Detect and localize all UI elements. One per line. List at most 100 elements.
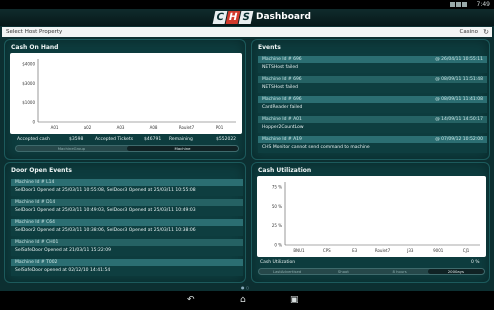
refresh-icon[interactable]: ↻ (483, 28, 489, 36)
list-item[interactable]: Machine Id # A19 @ 07/09/12 10:52:00 CHS … (258, 136, 487, 155)
panel-title: Door Open Events (11, 167, 72, 174)
x-tick-label: CJ1 (463, 248, 470, 253)
event-header: Machine Id # 696 @ 08/09/11 11:41:08 (258, 96, 487, 103)
events-panel: Events Machine Id # 696 @ 26/04/11 10:55:… (251, 39, 490, 160)
list-item[interactable]: Machine Id # A01 @ 14/09/11 14:50:17 Hopp… (258, 116, 487, 135)
list-item[interactable]: Machine Id # 696 @ 08/09/11 11:41:08 Card… (258, 96, 487, 115)
toggle-8-hours[interactable]: 8 hours (372, 269, 428, 274)
cash-utilization-chart: 0 % 25 % 50 % 75 % BNU1 CPS E3 Roulet7 J33 9001 CJ… (257, 176, 486, 257)
event-time: @ 26/04/11 10:55:11 (435, 57, 483, 62)
door-open-list[interactable]: Machine Id # L14 SelDoor1 Opened at 25/0… (11, 179, 243, 282)
x-tick-label: Roulet7 (375, 248, 391, 253)
door-event-machine: Machine Id # L14 (11, 179, 243, 186)
cash-utilization-toggle[interactable]: LastAdvertised Shoot 8 hours 2000ays (258, 268, 485, 275)
door-event-message: SelSafeDoor opened at 02/12/10 14:41:54 (11, 266, 243, 276)
event-machine: Machine Id # 696 (262, 97, 302, 102)
door-event-message: SelSafeDoor Opened at 21/03/11 15:22:09 (11, 246, 243, 256)
property-value: Casino (459, 29, 478, 35)
status-time: 7:49 (476, 1, 490, 8)
list-item[interactable]: Machine Id # L14 SelDoor1 Opened at 25/0… (11, 179, 243, 198)
logo-letter: S (238, 11, 254, 24)
remaining-label: Remaining (169, 137, 193, 142)
back-icon[interactable]: ↶ (187, 295, 195, 305)
door-event-machine: Machine Id # T002 (11, 259, 243, 266)
door-event-machine: Machine Id # C64 (11, 219, 243, 226)
y-tick-label: 50 % (272, 204, 282, 209)
list-item[interactable]: Machine Id # T002 SelSafeDoor opened at … (11, 259, 243, 278)
cash-on-hand-toggle[interactable]: MachineGroup Machine (15, 145, 239, 152)
event-time: @ 08/09/11 11:41:08 (435, 97, 483, 102)
accepted-tickets-label: Accepted Tickets (95, 137, 134, 142)
remaining-value: $552022 (216, 137, 237, 142)
signal-battery-icon (449, 2, 467, 7)
panel-title: Events (258, 44, 281, 51)
host-property-selector[interactable]: Select Host Property Casino ↻ (2, 27, 492, 37)
door-open-events-panel: Door Open Events Machine Id # L14 SelDoo… (4, 162, 246, 283)
accepted-tickets-value: $46791 (144, 137, 162, 142)
event-message: NETSHost failed (258, 63, 487, 73)
navigation-bar: ↶ ⌂ ▣ (0, 291, 494, 310)
cash-on-hand-chart-svg: 0 $1000 $3000 $4000 A01 a02 A03 A08 Roulet7 P01 (22, 59, 236, 130)
cash-utilization-label: Cash Utilization (260, 260, 296, 265)
y-tick-label: 0 (32, 120, 35, 125)
panel-title: Cash On Hand (11, 44, 59, 51)
app-logo: C H S (212, 11, 254, 24)
list-item[interactable]: Machine Id # 696 @ 26/04/11 10:55:11 NETS… (258, 56, 487, 75)
page-title: Dashboard (256, 12, 311, 22)
recent-apps-icon[interactable]: ▣ (290, 295, 299, 305)
toggle-last-advertised[interactable]: LastAdvertised (259, 269, 315, 274)
x-tick-label: P01 (216, 125, 224, 130)
door-event-machine: Machine Id # D14 (11, 199, 243, 206)
cash-on-hand-chart: 0 $1000 $3000 $4000 A01 a02 A03 A08 Roulet7 P01 (10, 53, 242, 134)
x-tick-label: A08 (150, 125, 158, 130)
x-tick-label: A03 (117, 125, 125, 130)
event-machine: Machine Id # 696 (262, 57, 302, 62)
property-placeholder: Select Host Property (6, 29, 63, 35)
x-tick-label: Roulet7 (179, 125, 195, 130)
page-indicator: ● ○ (241, 285, 250, 290)
event-machine: Machine Id # A19 (262, 137, 302, 142)
accepted-cash-row: Accepted cash (17, 137, 50, 142)
app-bar: C H S Dashboard (0, 9, 494, 26)
panel-title: Cash Utilization (258, 167, 312, 174)
y-tick-label: 75 % (272, 185, 282, 190)
y-tick-label: $3000 (22, 81, 35, 86)
accepted-cash-value: $3598 (69, 137, 84, 142)
event-header: Machine Id # 696 @ 26/04/11 10:55:11 (258, 56, 487, 63)
x-tick-label: J33 (406, 248, 414, 253)
y-tick-label: 0 % (274, 243, 282, 248)
door-event-message: SelDoor2 Opened at 25/03/11 10:38:06, Se… (11, 226, 243, 236)
x-tick-label: BNU1 (293, 248, 305, 253)
events-list[interactable]: Machine Id # 696 @ 26/04/11 10:55:11 NETS… (258, 56, 487, 159)
event-message: Hopper2CountLow (258, 123, 487, 133)
event-header: Machine Id # 696 @ 08/09/11 11:51:48 (258, 76, 487, 83)
cash-utilization-value: 0 % (471, 260, 480, 265)
x-tick-label: a02 (84, 125, 92, 130)
x-tick-label: CPS (323, 248, 331, 253)
accepted-cash-label: Accepted cash (17, 137, 50, 142)
event-time: @ 14/09/11 14:50:17 (435, 117, 483, 122)
toggle-machine[interactable]: Machine (127, 146, 238, 151)
toggle-machine-group[interactable]: MachineGroup (16, 146, 127, 151)
event-message: CHS Monitor cannot send command to machi… (258, 143, 487, 153)
event-message: CardReader failed (258, 103, 487, 113)
toggle-2000ays[interactable]: 2000ays (427, 269, 484, 274)
event-header: Machine Id # A01 @ 14/09/11 14:50:17 (258, 116, 487, 123)
cash-on-hand-panel: Cash On Hand 0 $1000 $3000 $4000 A01 a02 A03 A0… (4, 39, 246, 160)
y-tick-label: $1000 (22, 100, 35, 105)
toggle-shoot[interactable]: Shoot (315, 269, 371, 274)
event-message: NETSHost failed (258, 83, 487, 93)
door-event-message: SelDoor1 Opened at 25/03/11 10:49:03, Se… (11, 206, 243, 216)
list-item[interactable]: Machine Id # D14 SelDoor1 Opened at 25/0… (11, 199, 243, 218)
event-machine: Machine Id # A01 (262, 117, 302, 122)
cash-utilization-chart-svg: 0 % 25 % 50 % 75 % BNU1 CPS E3 Roulet7 J33 9001 CJ… (272, 182, 480, 253)
event-machine: Machine Id # 696 (262, 77, 302, 82)
status-bar: 7:49 (0, 0, 494, 9)
y-tick-label: 25 % (272, 223, 282, 228)
home-icon[interactable]: ⌂ (240, 295, 246, 305)
event-time: @ 08/09/11 11:51:48 (435, 77, 483, 82)
list-item[interactable]: Machine Id # CH01 SelSafeDoor Opened at … (11, 239, 243, 258)
y-tick-label: $4000 (22, 62, 35, 67)
list-item[interactable]: Machine Id # 696 @ 08/09/11 11:51:48 NETS… (258, 76, 487, 95)
list-item[interactable]: Machine Id # C64 SelDoor2 Opened at 25/0… (11, 219, 243, 238)
